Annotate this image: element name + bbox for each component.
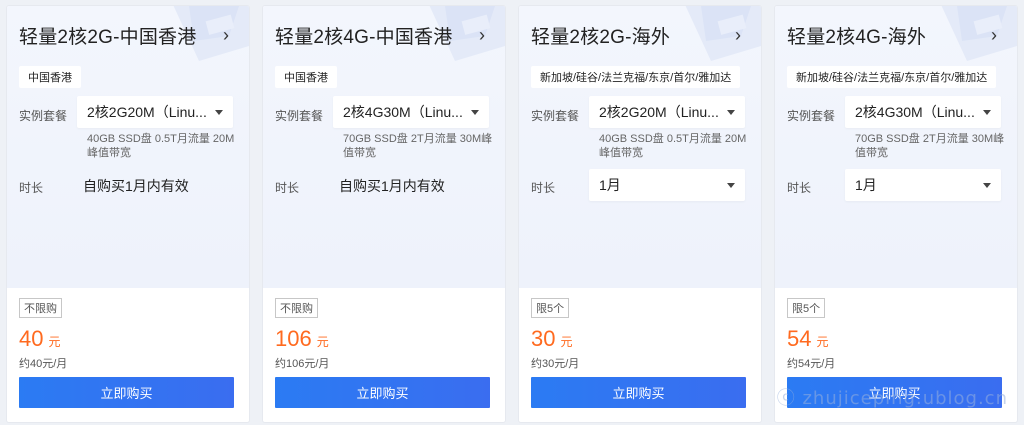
card-title: 轻量2核4G-中国香港: [275, 26, 453, 48]
buy-now-button[interactable]: 立即购买: [19, 377, 234, 408]
plan-description: 70GB SSD盘 2T月流量 30M峰值带宽: [343, 133, 493, 159]
price-unit: 元: [316, 335, 329, 349]
plan-description: 40GB SSD盘 0.5T月流量 20M峰值带宽: [87, 133, 235, 159]
caret-down-icon: [727, 109, 735, 115]
purchase-limit-badge: 不限购: [19, 298, 62, 318]
card-title: 轻量2核2G-海外: [531, 26, 671, 48]
plan-select-value: 2核4G30M（Linu...: [855, 104, 975, 120]
plan-label: 实例套餐: [19, 109, 68, 123]
card-title-row: 轻量2核2G-海外 ›: [531, 20, 751, 50]
card-title-row: 轻量2核4G-中国香港 ›: [275, 20, 495, 50]
price: 106 元: [275, 326, 329, 352]
plan-label: 实例套餐: [275, 109, 324, 123]
chevron-right-icon[interactable]: ›: [469, 22, 495, 48]
duration-select-value: 1月: [599, 177, 621, 193]
monthly-price: 约54元/月: [787, 358, 836, 370]
price: 40 元: [19, 326, 61, 352]
price-unit: 元: [816, 335, 829, 349]
duration-select-value: 1月: [855, 177, 877, 193]
duration-value: 自购买1月内有效: [83, 178, 189, 194]
price-value: 40: [19, 326, 44, 351]
price: 30 元: [531, 326, 573, 352]
duration-label: 时长: [787, 181, 812, 195]
plan-label: 实例套餐: [531, 109, 580, 123]
duration-select[interactable]: 1月: [589, 169, 745, 201]
card-title: 轻量2核4G-海外: [787, 26, 927, 48]
card-title-row: 轻量2核4G-海外 ›: [787, 20, 1007, 50]
plan-select[interactable]: 2核4G30M（Linu...: [845, 96, 1001, 128]
purchase-limit-badge: 限5个: [787, 298, 826, 318]
monthly-price: 约106元/月: [275, 358, 330, 370]
duration-label: 时长: [275, 181, 300, 195]
product-card: 轻量2核4G-中国香港 › 中国香港 实例套餐 2核4G30M（Linu... …: [263, 6, 505, 422]
chevron-right-icon[interactable]: ›: [981, 22, 1007, 48]
duration-label: 时长: [531, 181, 556, 195]
caret-down-icon: [983, 109, 991, 115]
monthly-price: 约30元/月: [531, 358, 580, 370]
caret-down-icon: [471, 109, 479, 115]
chevron-right-icon[interactable]: ›: [725, 22, 751, 48]
watermark: ⓒ zhujiceping.ublog.cn: [776, 388, 1008, 409]
price-value: 54: [787, 326, 812, 351]
region-tag: 新加坡/硅谷/法兰克福/东京/首尔/雅加达: [531, 66, 741, 88]
plan-select[interactable]: 2核4G30M（Linu...: [333, 96, 489, 128]
product-card: 轻量2核2G-海外 › 新加坡/硅谷/法兰克福/东京/首尔/雅加达 实例套餐 2…: [519, 6, 761, 422]
plan-select[interactable]: 2核2G20M（Linu...: [77, 96, 233, 128]
price-value: 30: [531, 326, 556, 351]
price-unit: 元: [48, 335, 61, 349]
price: 54 元: [787, 326, 829, 352]
product-card-list: 轻量2核2G-中国香港 › 中国香港 实例套餐 2核2G20M（Linu... …: [0, 0, 1024, 425]
monthly-price: 约40元/月: [19, 358, 68, 370]
caret-down-icon: [983, 182, 991, 188]
region-tag: 中国香港: [275, 66, 337, 88]
buy-now-button[interactable]: 立即购买: [531, 377, 746, 408]
duration-select[interactable]: 1月: [845, 169, 1001, 201]
price-value: 106: [275, 326, 312, 351]
duration-value: 自购买1月内有效: [339, 178, 445, 194]
buy-now-button[interactable]: 立即购买: [275, 377, 490, 408]
duration-label: 时长: [19, 181, 44, 195]
chevron-right-icon[interactable]: ›: [213, 22, 239, 48]
card-title: 轻量2核2G-中国香港: [19, 26, 197, 48]
product-card: 轻量2核2G-中国香港 › 中国香港 实例套餐 2核2G20M（Linu... …: [7, 6, 249, 422]
plan-label: 实例套餐: [787, 109, 836, 123]
region-tag: 中国香港: [19, 66, 81, 88]
plan-select-value: 2核2G20M（Linu...: [599, 104, 719, 120]
plan-select-value: 2核2G20M（Linu...: [87, 104, 207, 120]
price-unit: 元: [560, 335, 573, 349]
product-card: 轻量2核4G-海外 › 新加坡/硅谷/法兰克福/东京/首尔/雅加达 实例套餐 2…: [775, 6, 1017, 422]
purchase-limit-badge: 限5个: [531, 298, 570, 318]
card-title-row: 轻量2核2G-中国香港 ›: [19, 20, 239, 50]
caret-down-icon: [215, 109, 223, 115]
plan-select-value: 2核4G30M（Linu...: [343, 104, 463, 120]
plan-select[interactable]: 2核2G20M（Linu...: [589, 96, 745, 128]
plan-description: 70GB SSD盘 2T月流量 30M峰值带宽: [855, 133, 1005, 159]
purchase-limit-badge: 不限购: [275, 298, 318, 318]
region-tag: 新加坡/硅谷/法兰克福/东京/首尔/雅加达: [787, 66, 997, 88]
plan-description: 40GB SSD盘 0.5T月流量 20M峰值带宽: [599, 133, 747, 159]
caret-down-icon: [727, 182, 735, 188]
